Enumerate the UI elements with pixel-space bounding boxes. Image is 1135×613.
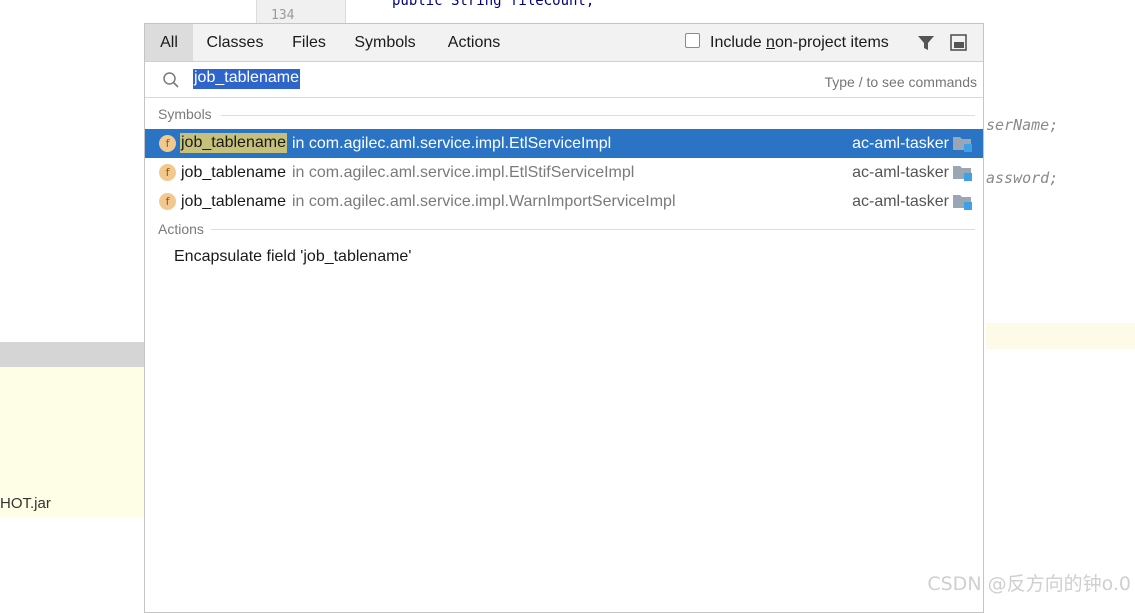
symbol-name: job_tablename — [180, 133, 287, 153]
field-icon: f — [159, 193, 176, 210]
filter-icon[interactable] — [917, 34, 935, 52]
line-number: 134 — [271, 8, 295, 23]
include-label-pre: Include — [710, 34, 767, 51]
search-hint: Type / to see commands — [824, 74, 977, 90]
include-non-project-checkbox[interactable] — [685, 33, 700, 48]
file-name-fragment: HOT.jar — [0, 495, 51, 512]
include-label-mnemonic: n — [766, 34, 775, 51]
module-folder-icon — [953, 195, 972, 210]
symbol-result-row[interactable]: f job_tablename in com.agilec.aml.servic… — [145, 158, 983, 187]
symbol-location: in com.agilec.aml.service.impl.EtlServic… — [292, 135, 612, 152]
symbol-name: job_tablename — [181, 164, 286, 181]
symbol-location: in com.agilec.aml.service.impl.WarnImpor… — [292, 193, 676, 210]
tab-classes[interactable]: Classes — [201, 24, 269, 61]
section-divider — [221, 115, 975, 116]
current-line-highlight — [986, 323, 1135, 349]
code-fragment: assword; — [986, 169, 1059, 187]
symbol-result-row[interactable]: f job_tablename in com.agilec.aml.servic… — [145, 129, 983, 158]
include-non-project-label[interactable]: Include non-project items — [710, 24, 889, 61]
symbol-name: job_tablename — [181, 193, 286, 210]
module-folder-icon — [953, 137, 972, 152]
symbols-section-label: Symbols — [158, 106, 212, 122]
module-folder-icon — [953, 166, 972, 181]
watermark: CSDN @反方向的钟o.0 — [927, 573, 1131, 595]
field-icon: f — [159, 135, 176, 152]
symbol-location: in com.agilec.aml.service.impl.EtlStifSe… — [292, 164, 635, 181]
field-icon: f — [159, 164, 176, 181]
module-name: ac-aml-tasker — [852, 193, 949, 210]
code-fragment: serName; — [986, 116, 1059, 134]
search-input[interactable]: job_tablename — [193, 69, 300, 89]
code-line: public String fileCount; — [392, 0, 595, 9]
symbol-result-row[interactable]: f job_tablename in com.agilec.aml.servic… — [145, 187, 983, 216]
pin-window-icon[interactable] — [950, 34, 967, 51]
editor-gutter: 134 — [256, 0, 346, 24]
panel-header — [0, 342, 145, 367]
search-icon — [163, 72, 179, 88]
tab-actions[interactable]: Actions — [441, 24, 507, 61]
module-name: ac-aml-tasker — [852, 135, 949, 152]
tab-all[interactable]: All — [145, 24, 193, 61]
action-encapsulate-field[interactable]: Encapsulate field 'job_tablename' — [174, 248, 411, 266]
tab-bar: All Classes Files Symbols Actions Includ… — [145, 24, 983, 62]
section-divider — [211, 229, 975, 230]
actions-section-label: Actions — [158, 221, 204, 237]
tab-symbols[interactable]: Symbols — [349, 24, 421, 61]
tab-files[interactable]: Files — [285, 24, 333, 61]
search-row: job_tablename Type / to see commands — [145, 62, 983, 98]
include-label-post: on-project items — [774, 34, 889, 51]
module-name: ac-aml-tasker — [852, 164, 949, 181]
search-everywhere-popup: All Classes Files Symbols Actions Includ… — [144, 23, 984, 613]
